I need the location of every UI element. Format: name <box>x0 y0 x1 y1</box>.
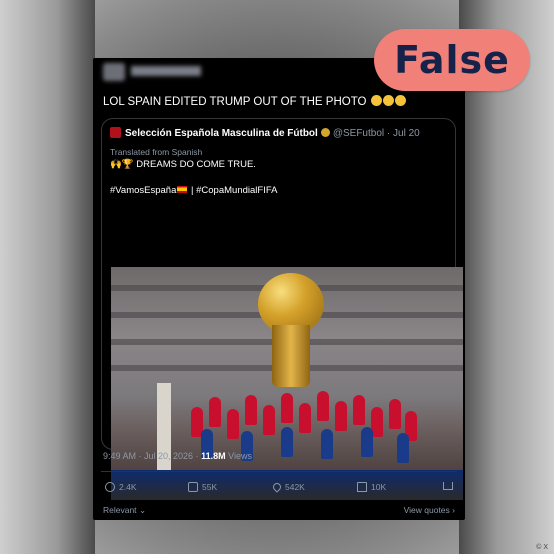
share-button[interactable] <box>443 482 453 490</box>
quoted-post[interactable]: Selección Española Masculina de Fútbol @S… <box>101 118 463 500</box>
hashtag-copamundialfifa[interactable]: | #CopaMundialFIFA <box>191 185 277 196</box>
quoted-date: · Jul 20 <box>386 128 420 139</box>
reply-button[interactable]: 2.4K <box>105 482 137 492</box>
quoted-text-content: DREAMS DO COME TRUE. <box>136 159 256 170</box>
views-count: 11.8M <box>201 451 226 461</box>
reply-icon <box>105 482 115 492</box>
player <box>227 409 239 439</box>
quoted-photo[interactable] <box>111 267 463 500</box>
view-quotes-link[interactable]: View quotes › <box>404 505 455 515</box>
player <box>321 429 333 459</box>
repost-button[interactable]: 55K <box>188 482 217 492</box>
blurred-background-left <box>0 0 95 554</box>
player <box>263 405 275 435</box>
relevant-label: Relevant <box>103 505 137 515</box>
view-quotes-label: View quotes <box>403 505 450 515</box>
player <box>209 397 221 427</box>
quoted-avatar[interactable] <box>110 127 121 138</box>
spain-flag-icon <box>177 186 188 193</box>
share-icon <box>443 482 453 490</box>
hashtag-vamosespana[interactable]: #VamosEspaña <box>110 185 176 196</box>
post-timestamp[interactable]: 9:49 AM · Jul 20, 2026 · <box>103 451 199 461</box>
blurred-author <box>103 63 201 81</box>
social-post-card: LOL SPAIN EDITED TRUMP OUT OF THE PHOTO … <box>93 58 465 520</box>
repost-icon <box>188 482 198 492</box>
post-text: LOL SPAIN EDITED TRUMP OUT OF THE PHOTO <box>103 95 406 108</box>
player <box>245 395 257 425</box>
repost-count: 55K <box>202 482 218 492</box>
divider <box>101 471 457 472</box>
translated-note[interactable]: Translated from Spanish <box>110 147 202 157</box>
chevron-down-icon: ⌄ <box>138 505 147 515</box>
rofl-emoji-icon <box>370 95 382 106</box>
rofl-emoji-icon <box>382 95 394 106</box>
verified-badge-icon <box>320 128 330 137</box>
player <box>335 401 347 431</box>
podium-pillar <box>157 383 171 483</box>
like-count: 542K <box>285 482 305 492</box>
player <box>281 393 293 423</box>
quoted-header: Selección Española Masculina de Fútbol @S… <box>110 127 420 139</box>
bookmark-icon <box>357 482 367 492</box>
image-credit: © X <box>536 544 548 551</box>
player <box>299 403 311 433</box>
quoted-handle[interactable]: @SEFutbol <box>333 128 384 139</box>
relevant-sort-button[interactable]: Relevant ⌄ <box>103 505 146 516</box>
player <box>353 395 365 425</box>
post-metadata: 9:49 AM · Jul 20, 2026 · 11.8M Views <box>103 451 252 461</box>
reply-count: 2.4K <box>119 482 137 492</box>
player <box>281 427 293 457</box>
like-button[interactable]: 542K <box>271 481 305 493</box>
player <box>389 399 401 429</box>
action-bar: 2.4K 55K 542K 10K <box>103 481 455 496</box>
views-label: Views <box>228 451 252 461</box>
fact-check-verdict-badge: False <box>374 29 530 91</box>
player <box>361 427 373 457</box>
quoted-text: 🙌🏆 DREAMS DO COME TRUE. <box>110 159 256 170</box>
quoted-hashtags: #VamosEspaña | #CopaMundialFIFA <box>110 185 277 196</box>
post-text-content: LOL SPAIN EDITED TRUMP OUT OF THE PHOTO <box>103 96 367 108</box>
blurred-avatar <box>103 63 125 81</box>
quoted-author-name[interactable]: Selección Española Masculina de Fútbol <box>125 128 318 139</box>
chevron-right-icon: › <box>452 505 455 515</box>
bookmark-count: 10K <box>371 482 387 492</box>
hands-trophy-emoji-icon: 🙌🏆 <box>110 159 137 170</box>
player <box>317 391 329 421</box>
bookmark-button[interactable]: 10K <box>357 482 386 492</box>
heart-icon <box>271 481 283 493</box>
player <box>397 433 409 463</box>
blurred-username <box>131 66 201 76</box>
rofl-emoji-icon <box>394 95 406 106</box>
